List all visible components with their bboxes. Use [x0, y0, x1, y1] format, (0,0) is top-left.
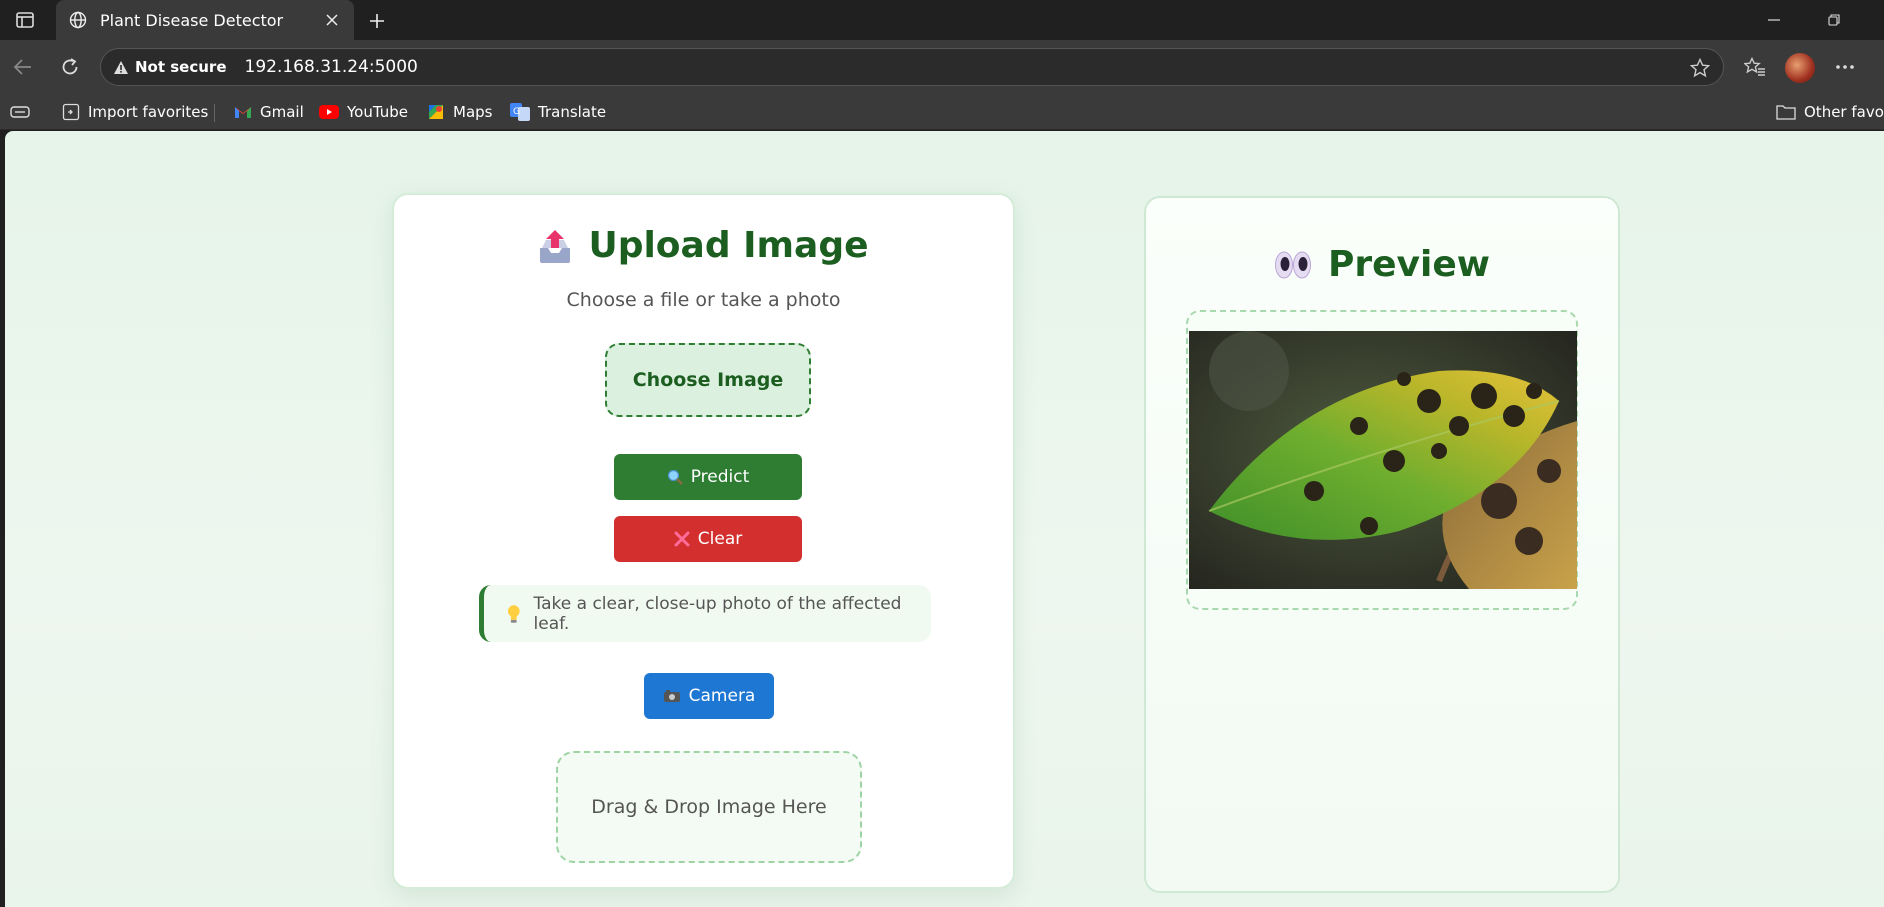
eyes-icon — [1274, 251, 1311, 278]
page-content: Upload Image Choose a file or take a pho… — [5, 131, 1884, 907]
tip-text: Take a clear, close-up photo of the affe… — [533, 593, 902, 634]
gmail-icon — [235, 107, 251, 118]
preview-card: Preview — [1144, 196, 1620, 893]
new-tab-icon[interactable] — [364, 8, 390, 34]
camera-icon — [663, 690, 680, 702]
folder-icon — [1776, 105, 1796, 120]
bookmark-gmail[interactable]: Gmail — [234, 100, 304, 124]
bookmark-youtube[interactable]: YouTube — [319, 100, 408, 124]
youtube-icon — [319, 105, 339, 119]
preview-title: Preview — [1327, 244, 1491, 285]
more-options-icon[interactable] — [1830, 52, 1860, 82]
minimize-icon[interactable] — [1746, 0, 1802, 40]
url-text[interactable]: 192.168.31.24:5000 — [245, 57, 418, 77]
choose-image-button[interactable]: Choose Image — [605, 343, 811, 417]
translate-icon: G — [510, 103, 530, 121]
favorites-icon[interactable] — [1740, 52, 1770, 82]
favorite-star-icon[interactable] — [1689, 57, 1711, 79]
svg-text:G: G — [513, 107, 520, 117]
security-label: Not secure — [135, 58, 227, 76]
import-icon — [62, 103, 80, 121]
profile-avatar[interactable] — [1785, 53, 1815, 83]
tip-box: Take a clear, close-up photo of the affe… — [479, 585, 931, 642]
predict-button[interactable]: Predict — [614, 454, 802, 500]
tab-actions-icon[interactable] — [12, 8, 38, 32]
bookmarks-bar: Import favorites Gmail YouTube Maps G Tr… — [0, 94, 1884, 130]
cross-mark-icon — [674, 531, 690, 547]
browser-tab[interactable]: Plant Disease Detector — [56, 0, 354, 40]
leaf-disease-photo — [1189, 331, 1577, 589]
upload-card: Upload Image Choose a file or take a pho… — [392, 193, 1015, 889]
warning-icon — [114, 60, 128, 74]
back-icon[interactable] — [8, 52, 38, 82]
bookmark-maps[interactable]: Maps — [427, 100, 492, 124]
bookmark-other-favorites[interactable]: Other favorites — [1776, 100, 1884, 124]
title-bar: Plant Disease Detector — [0, 0, 1884, 40]
restore-icon[interactable] — [1806, 0, 1862, 40]
preview-heading: Preview — [1146, 244, 1618, 285]
tab-title: Plant Disease Detector — [100, 10, 284, 30]
bookmark-import-favorites[interactable]: Import favorites — [62, 100, 208, 124]
security-indicator[interactable]: Not secure — [113, 58, 227, 76]
drag-drop-zone[interactable]: Drag & Drop Image Here — [556, 751, 862, 863]
bookmark-translate[interactable]: G Translate — [510, 100, 606, 124]
close-tab-icon[interactable] — [322, 10, 342, 30]
light-bulb-icon — [507, 604, 520, 623]
preview-frame — [1186, 310, 1578, 610]
globe-icon — [68, 10, 88, 30]
refresh-icon[interactable] — [55, 52, 85, 82]
camera-button[interactable]: Camera — [644, 673, 774, 719]
maps-icon — [429, 105, 443, 119]
outbox-tray-icon — [540, 229, 571, 263]
bookmark-separator — [214, 104, 215, 122]
clear-button[interactable]: Clear — [614, 516, 802, 562]
navigation-bar: Not secure 192.168.31.24:5000 — [0, 40, 1884, 94]
collections-icon[interactable] — [10, 100, 30, 124]
upload-subtitle: Choose a file or take a photo — [566, 289, 841, 311]
upload-heading: Upload Image — [394, 225, 1013, 266]
address-bar[interactable]: Not secure 192.168.31.24:5000 — [100, 48, 1724, 86]
upload-title: Upload Image — [588, 225, 869, 266]
magnifier-icon — [667, 469, 683, 485]
